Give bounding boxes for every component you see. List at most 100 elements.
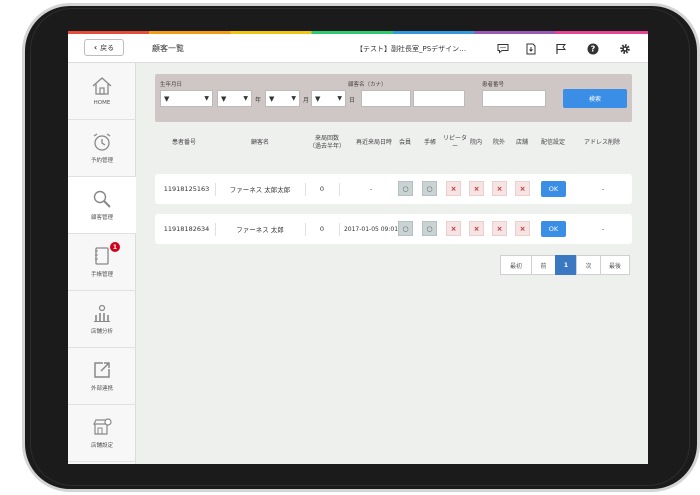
pager-current-page[interactable]: 1 xyxy=(555,255,577,275)
last-visit-datetime: 2017-01-05 09:01 xyxy=(343,225,399,233)
sidebar-item-label: 外部連携 xyxy=(90,386,113,392)
pager-prev-button[interactable]: 前 xyxy=(531,255,556,275)
app-screen: ‹ 戻る 顧客一覧 【テスト】副社長室_PSデザイン… ? HOME 予約管理 xyxy=(68,31,648,464)
day-unit: 日 xyxy=(349,97,356,104)
visit-count: 0 xyxy=(319,225,325,233)
search-panel: 生年月日 顧客名（カナ） 患者番号 ▼ ▼ ▼ ▼ 年 ▼ ▼ 月 ▼ ▼ 日 検索 xyxy=(155,74,632,122)
last-name-kana-input[interactable] xyxy=(361,90,411,107)
column-header: 配信設定 xyxy=(540,139,565,147)
ingai-status[interactable]: × xyxy=(492,221,507,236)
patient-number-input[interactable] xyxy=(482,90,546,107)
back-button[interactable]: ‹ 戻る xyxy=(84,39,124,56)
sidebar-item-store-settings[interactable]: 店舗設定 xyxy=(68,405,136,462)
techo-status[interactable]: ○ xyxy=(422,181,437,196)
column-header: 顧客名 xyxy=(250,139,269,147)
svg-text:?: ? xyxy=(590,44,595,53)
pager-first-button[interactable]: 最初 xyxy=(500,255,532,275)
store-settings-icon xyxy=(93,418,112,435)
customer-name[interactable]: ファーネス 太郎 xyxy=(217,214,303,244)
select-value: ▼ xyxy=(164,94,170,103)
column-header: 会員 xyxy=(398,139,411,147)
select-value: ▼ xyxy=(315,94,321,103)
sidebar-item-customers[interactable]: 顧客管理 xyxy=(68,177,136,234)
alarm-clock-icon xyxy=(93,133,111,151)
chevron-down-icon: ▼ xyxy=(291,95,296,102)
gear-icon[interactable] xyxy=(618,42,631,55)
table-row[interactable]: 11918182634 ファーネス 太郎 0 2017-01-05 09:01 … xyxy=(155,214,632,244)
birth-year-select[interactable]: ▼ ▼ xyxy=(217,90,252,107)
delivery-ok-button[interactable]: OK xyxy=(541,221,566,237)
patient-number-label: 患者番号 xyxy=(482,82,505,88)
search-button[interactable]: 検索 xyxy=(563,89,627,108)
shop-name[interactable]: 【テスト】副社長室_PSデザイン… xyxy=(356,44,466,54)
sidebar-item-label: 顧客管理 xyxy=(90,215,113,221)
repeater-status[interactable]: × xyxy=(446,181,461,196)
sidebar-item-label: 手帳管理 xyxy=(90,272,113,278)
year-unit: 年 xyxy=(255,97,262,104)
sidebar-item-label: 店舗設定 xyxy=(90,443,113,449)
birthdate-label: 生年月日 xyxy=(160,82,183,88)
page-title: 顧客一覧 xyxy=(152,44,184,53)
table-row[interactable]: 11918125163 ファーネス 太郎太郎 0 - ○ ○ × × × × O… xyxy=(155,174,632,204)
sidebar-item-home[interactable]: HOME xyxy=(68,63,136,120)
column-header: 患者番号 xyxy=(171,139,196,147)
name-kana-label: 顧客名（カナ） xyxy=(348,82,387,88)
address-delete: - xyxy=(601,185,605,193)
sidebar-item-label: 店舗分析 xyxy=(90,329,113,335)
repeater-status[interactable]: × xyxy=(446,221,461,236)
sidebar-item-integration[interactable]: 外部連携 xyxy=(68,348,136,405)
column-separator xyxy=(305,223,306,236)
sidebar-item-label: 予約管理 xyxy=(90,158,113,164)
analytics-icon xyxy=(94,304,110,322)
sidebar-item-label: HOME xyxy=(93,100,111,106)
delivery-ok-button[interactable]: OK xyxy=(541,181,566,197)
top-bar: ‹ 戻る 顧客一覧 【テスト】副社長室_PSデザイン… ? xyxy=(68,34,648,63)
chevron-down-icon: ▼ xyxy=(204,95,209,102)
magnifier-icon xyxy=(93,190,111,208)
chevron-left-icon: ‹ xyxy=(93,43,98,52)
sidebar-item-analytics[interactable]: 店舗分析 xyxy=(68,291,136,348)
chevron-down-icon: ▼ xyxy=(243,95,248,102)
flag-icon[interactable] xyxy=(554,42,567,55)
sidebar: HOME 予約管理 顧客管理 1 手帳管理 店舗分析 外部連携 店舗設定 xyxy=(68,63,136,464)
store-status[interactable]: × xyxy=(515,181,530,196)
patient-number: 11918182634 xyxy=(163,225,210,233)
back-button-label: 戻る xyxy=(100,43,115,52)
ingai-status[interactable]: × xyxy=(492,181,507,196)
store-status[interactable]: × xyxy=(515,221,530,236)
customer-name[interactable]: ファーネス 太郎太郎 xyxy=(217,174,303,204)
month-unit: 月 xyxy=(303,97,310,104)
column-header: アドレス削除 xyxy=(583,139,620,147)
home-icon xyxy=(92,77,112,95)
pager-next-button[interactable]: 次 xyxy=(576,255,601,275)
birth-month-select[interactable]: ▼ ▼ xyxy=(265,90,300,107)
innai-status[interactable]: × xyxy=(469,181,484,196)
birth-day-select[interactable]: ▼ ▼ xyxy=(311,90,346,107)
table-header: 患者番号 顧客名 来局回数 （過去半年） 再近来局日時 会員 手帳 リピーター … xyxy=(155,126,632,160)
pagination: 最初 前 1 次 最後 xyxy=(500,255,630,275)
innai-status[interactable]: × xyxy=(469,221,484,236)
first-name-kana-input[interactable] xyxy=(413,90,465,107)
sidebar-item-reservations[interactable]: 予約管理 xyxy=(68,120,136,177)
visit-count: 0 xyxy=(319,185,325,193)
column-separator xyxy=(305,183,306,196)
techo-status[interactable]: ○ xyxy=(422,221,437,236)
birth-era-select[interactable]: ▼ ▼ xyxy=(160,90,213,107)
column-header: 店舗 xyxy=(515,139,528,147)
patient-number: 11918125163 xyxy=(163,185,210,193)
column-header: 院外 xyxy=(492,139,505,147)
member-status[interactable]: ○ xyxy=(398,221,413,236)
select-value: ▼ xyxy=(221,94,227,103)
column-header: 手帳 xyxy=(423,139,436,147)
document-icon[interactable] xyxy=(524,42,537,55)
select-value: ▼ xyxy=(269,94,275,103)
notification-badge: 1 xyxy=(110,242,120,252)
pager-last-button[interactable]: 最後 xyxy=(600,255,630,275)
external-link-icon xyxy=(94,362,110,378)
member-status[interactable]: ○ xyxy=(398,181,413,196)
chevron-down-icon: ▼ xyxy=(337,95,342,102)
help-icon[interactable]: ? xyxy=(586,42,599,55)
column-separator xyxy=(215,183,216,196)
chat-icon[interactable] xyxy=(496,42,509,55)
sidebar-item-notebook[interactable]: 1 手帳管理 xyxy=(68,234,136,291)
